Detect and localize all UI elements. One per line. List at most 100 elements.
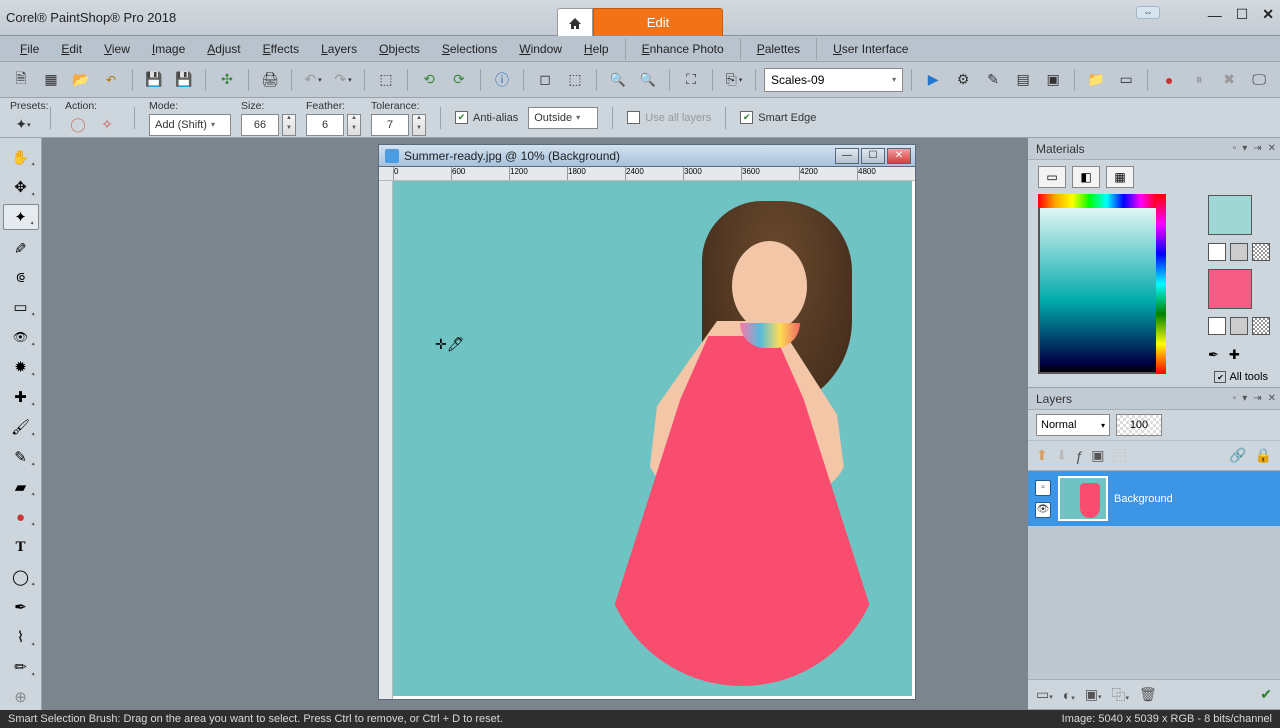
doc-maximize-button[interactable]: ☐ xyxy=(861,148,885,164)
tolerance-stepper[interactable]: ▲▼ xyxy=(412,114,426,136)
lasso-tool[interactable] xyxy=(3,564,39,590)
zoom-out-button[interactable] xyxy=(605,67,631,93)
layer-down-icon[interactable]: ⬇ xyxy=(1056,447,1068,464)
menu-layers[interactable]: Layers xyxy=(311,39,367,59)
feather-input[interactable]: 6 xyxy=(306,114,344,136)
save-as-button[interactable] xyxy=(171,67,197,93)
image-resize-button[interactable] xyxy=(532,67,558,93)
red-eye-tool[interactable] xyxy=(3,324,39,350)
layer-link-icon[interactable]: 🔗 xyxy=(1229,447,1246,464)
layer-mask-icon[interactable]: ▣ xyxy=(1091,447,1104,464)
panel-menu-icon[interactable]: ▾ xyxy=(1242,393,1247,404)
size-input[interactable]: 66 xyxy=(241,114,279,136)
makeover-tool[interactable] xyxy=(3,354,39,380)
use-all-layers-checkbox[interactable]: Use all layers xyxy=(627,111,711,124)
new-layer-icon[interactable]: ▭▾ xyxy=(1036,686,1053,703)
blend-mode-combo[interactable]: Normal▾ xyxy=(1036,414,1110,436)
redo-button[interactable] xyxy=(330,67,356,93)
menu-help[interactable]: Help xyxy=(574,39,619,59)
document-title-bar[interactable]: Summer-ready.jpg @ 10% (Background) — ☐ … xyxy=(379,145,915,167)
undo-button[interactable] xyxy=(300,67,326,93)
duplicate-layer-icon[interactable]: ⿻▾ xyxy=(1111,685,1129,705)
panel-pin-icon[interactable]: ⇥ xyxy=(1253,143,1261,154)
fit-screen-button[interactable] xyxy=(678,67,704,93)
presets-dropdown[interactable]: ✦▾ xyxy=(10,112,36,138)
share-button[interactable] xyxy=(214,67,240,93)
collapse-ribbon[interactable]: ⇔ xyxy=(1136,6,1160,19)
layers-header[interactable]: Layers ▫▾⇥✕ xyxy=(1028,388,1280,410)
antialias-mode-combo[interactable]: Outside xyxy=(528,107,598,129)
revert-button[interactable] xyxy=(98,67,124,93)
pan-tool[interactable] xyxy=(3,144,39,170)
transparent-icon-2[interactable] xyxy=(1252,317,1270,335)
menu-image[interactable]: Image xyxy=(142,39,195,59)
shape-select-tool[interactable] xyxy=(3,294,39,320)
edit-tab[interactable]: Edit xyxy=(593,8,723,36)
all-tools-checkbox[interactable]: ✔All tools xyxy=(1214,371,1268,383)
foreground-swatch[interactable] xyxy=(1208,195,1252,235)
layer-settings-icon[interactable]: ✔ xyxy=(1260,686,1272,703)
tolerance-input[interactable]: 7 xyxy=(371,114,409,136)
panel-close-icon[interactable]: ✕ xyxy=(1268,143,1276,154)
fill-tool[interactable] xyxy=(3,474,39,500)
home-tab[interactable] xyxy=(557,8,593,36)
paint-brush-tool[interactable] xyxy=(3,414,39,440)
smart-edge-checkbox[interactable]: ✔Smart Edge xyxy=(740,111,816,124)
action-subtract[interactable]: ✧ xyxy=(94,112,120,138)
text-tool[interactable] xyxy=(3,534,39,560)
close-button[interactable]: ✕ xyxy=(1262,6,1274,23)
swap-icon-2[interactable] xyxy=(1208,317,1226,335)
menu-effects[interactable]: Effects xyxy=(253,39,309,59)
menu-palettes[interactable]: Palettes xyxy=(747,39,810,59)
minimize-button[interactable]: — xyxy=(1208,7,1222,23)
layer-row[interactable]: ▫ 👁 Background xyxy=(1028,471,1280,526)
menu-selections[interactable]: Selections xyxy=(432,39,507,59)
swap-icon[interactable] xyxy=(1208,243,1226,261)
materials-rainbow-view[interactable]: ◧ xyxy=(1072,166,1100,188)
menu-objects[interactable]: Objects xyxy=(369,39,430,59)
info-button[interactable] xyxy=(489,67,515,93)
pen-tool[interactable] xyxy=(3,594,39,620)
clone-tool[interactable] xyxy=(3,384,39,410)
layer-up-icon[interactable]: ⬆ xyxy=(1036,447,1048,464)
mask-layer-icon[interactable]: ▣▾ xyxy=(1085,686,1102,703)
style-icon-2[interactable] xyxy=(1230,317,1248,335)
pencil-tool[interactable] xyxy=(3,444,39,470)
panel-menu-icon[interactable]: ▾ xyxy=(1242,143,1247,154)
eyedropper-tool[interactable] xyxy=(3,234,39,260)
script-output-button[interactable] xyxy=(1010,67,1036,93)
size-stepper[interactable]: ▲▼ xyxy=(282,114,296,136)
run-script-button[interactable] xyxy=(920,67,946,93)
save-button[interactable] xyxy=(141,67,167,93)
mode-combo[interactable]: Add (Shift) xyxy=(149,114,231,136)
materials-swatch-view[interactable]: ▦ xyxy=(1106,166,1134,188)
edit-script-button[interactable] xyxy=(950,67,976,93)
adjustment-layer-icon[interactable]: ◐▾ xyxy=(1063,687,1075,703)
delete-layer-icon[interactable]: 🗑 xyxy=(1139,686,1157,703)
new-button[interactable] xyxy=(8,67,34,93)
color-spectrum[interactable] xyxy=(1038,194,1158,374)
print-button[interactable] xyxy=(257,67,283,93)
menu-enhance-photo[interactable]: Enhance Photo xyxy=(632,39,734,59)
fullscreen-button[interactable] xyxy=(1246,67,1272,93)
crop-tool[interactable] xyxy=(3,264,39,290)
menu-file[interactable]: File xyxy=(10,39,49,59)
record-button[interactable] xyxy=(1156,67,1182,93)
rotate-right-button[interactable] xyxy=(446,67,472,93)
antialias-checkbox[interactable]: ✔Anti-alias xyxy=(455,111,518,124)
feather-stepper[interactable]: ▲▼ xyxy=(347,114,361,136)
canvas-size-button[interactable] xyxy=(562,67,588,93)
rotate-left-button[interactable] xyxy=(416,67,442,93)
browse-button[interactable] xyxy=(1083,67,1109,93)
doc-minimize-button[interactable]: — xyxy=(835,148,859,164)
opacity-input[interactable]: 100 xyxy=(1116,414,1162,436)
pause-button[interactable] xyxy=(1186,67,1212,93)
warp-tool[interactable] xyxy=(3,624,39,650)
action-add[interactable]: ◯ xyxy=(65,112,91,138)
transparent-icon[interactable] xyxy=(1252,243,1270,261)
layer-visibility-icon[interactable]: 👁 xyxy=(1035,502,1051,518)
menu-window[interactable]: Window xyxy=(509,39,572,59)
background-swatch[interactable] xyxy=(1208,269,1252,309)
zoom-combo[interactable]: Scales-09 xyxy=(764,68,903,92)
panel-float-icon[interactable]: ▫ xyxy=(1233,393,1237,404)
